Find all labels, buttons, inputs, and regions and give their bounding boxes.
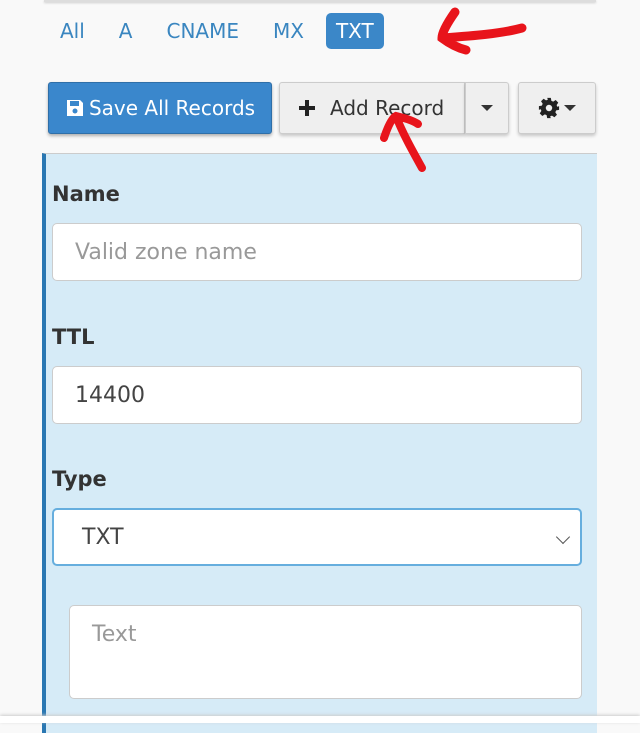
name-input[interactable]: Valid zone name [52, 223, 582, 281]
floppy-disk-icon [66, 100, 83, 116]
filter-txt[interactable]: TXT [325, 13, 384, 49]
type-select[interactable]: TXT [52, 508, 582, 566]
caret-down-icon [564, 105, 576, 111]
plus-icon [299, 100, 315, 116]
filter-mx[interactable]: MX [261, 13, 316, 49]
save-all-records-label: Save All Records [88, 96, 256, 120]
filter-all[interactable]: All [48, 13, 97, 49]
ttl-input[interactable]: 14400 [52, 366, 582, 424]
caret-down-icon [481, 105, 493, 111]
text-textarea[interactable]: Text [69, 605, 582, 699]
gear-icon [538, 97, 560, 119]
red-arrow-annotation [437, 7, 527, 55]
filter-cname[interactable]: CNAME [154, 13, 251, 49]
bottom-bar [0, 716, 640, 723]
ttl-label: TTL [52, 325, 95, 349]
add-record-button[interactable]: Add Record [279, 82, 465, 134]
type-label: Type [52, 467, 107, 491]
settings-dropdown-button[interactable] [518, 82, 596, 134]
toolbar: Save All Records Add Record [48, 82, 596, 134]
top-divider [44, 0, 596, 2]
add-record-label: Add Record [330, 96, 445, 120]
name-label: Name [52, 182, 120, 206]
new-record-form: Name Valid zone name TTL 14400 Type TXT … [42, 153, 597, 733]
add-record-dropdown-toggle[interactable] [465, 82, 509, 134]
type-select-value: TXT [82, 524, 124, 550]
filter-a[interactable]: A [107, 13, 145, 49]
chevron-down-icon [555, 529, 571, 545]
save-all-records-button[interactable]: Save All Records [48, 82, 272, 134]
record-type-filters: All A CNAME MX TXT [48, 13, 394, 49]
